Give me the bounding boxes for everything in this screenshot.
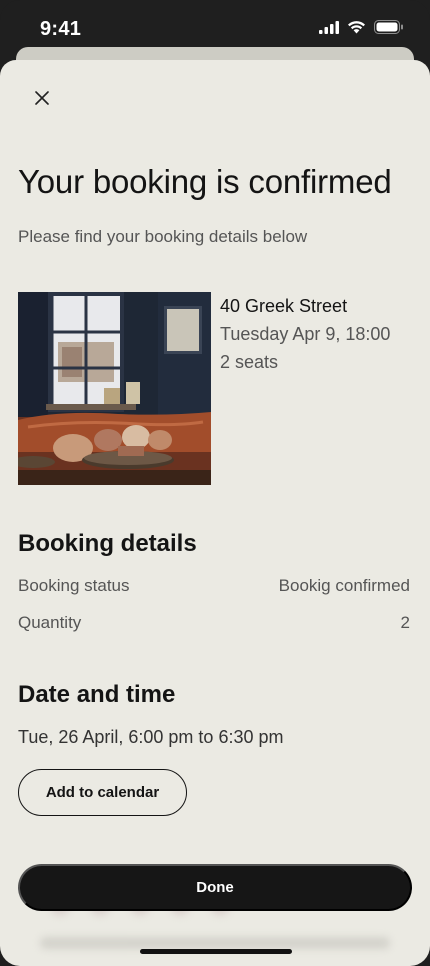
quantity-label: Quantity [18,613,82,632]
close-button[interactable] [28,86,56,114]
booking-confirmation-sheet: Your booking is confirmed Please find yo… [0,60,430,966]
page-title: Your booking is confirmed [18,163,392,200]
quantity-value: 2 [400,613,410,632]
venue-photo [18,292,211,485]
status-time: 9:41 [40,18,82,40]
done-button[interactable]: Done [18,864,412,911]
battery-icon [374,20,404,39]
venue-name: 40 Greek Street [220,296,348,316]
close-icon [35,90,49,110]
page-subtitle: Please find your booking details below [18,227,308,246]
add-to-calendar-button[interactable]: Add to calendar [18,769,187,816]
booking-status-label: Booking status [18,576,130,595]
booking-status-value: Bookig confirmed [278,576,410,595]
date-time-value: Tue, 26 April, 6:00 pm to 6:30 pm [18,727,284,747]
booking-details-title: Booking details [18,530,197,557]
venue-date: Tuesday Apr 9, 18:00 [220,324,391,344]
phone-frame: 9:41 Your booking is confirmed Please fi… [0,0,430,966]
status-icons [319,20,404,39]
home-indicator [140,949,292,954]
date-time-title: Date and time [18,681,176,708]
venue-seats: 2 seats [220,352,279,372]
signal-icon [319,20,339,39]
wifi-icon [347,20,366,39]
